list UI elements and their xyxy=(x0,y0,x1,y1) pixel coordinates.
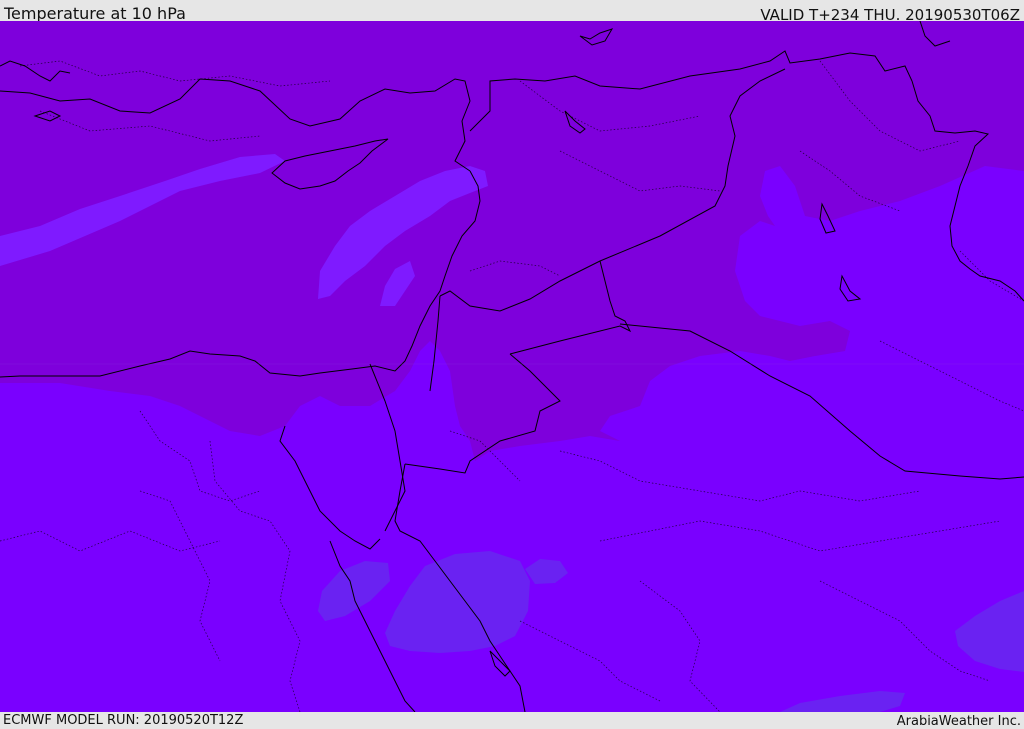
map-frame: Temperature at 10 hPa VALID T+234 THU. 2… xyxy=(0,0,1024,729)
map-canvas[interactable] xyxy=(0,21,1024,712)
model-run-label: ECMWF MODEL RUN: 20190520T12Z xyxy=(3,713,244,728)
map-svg xyxy=(0,21,1024,712)
footer-bar: ECMWF MODEL RUN: 20190520T12Z ArabiaWeat… xyxy=(0,712,1024,729)
credit-label: ArabiaWeather Inc. xyxy=(896,714,1021,729)
header-bar: Temperature at 10 hPa VALID T+234 THU. 2… xyxy=(0,0,1024,24)
